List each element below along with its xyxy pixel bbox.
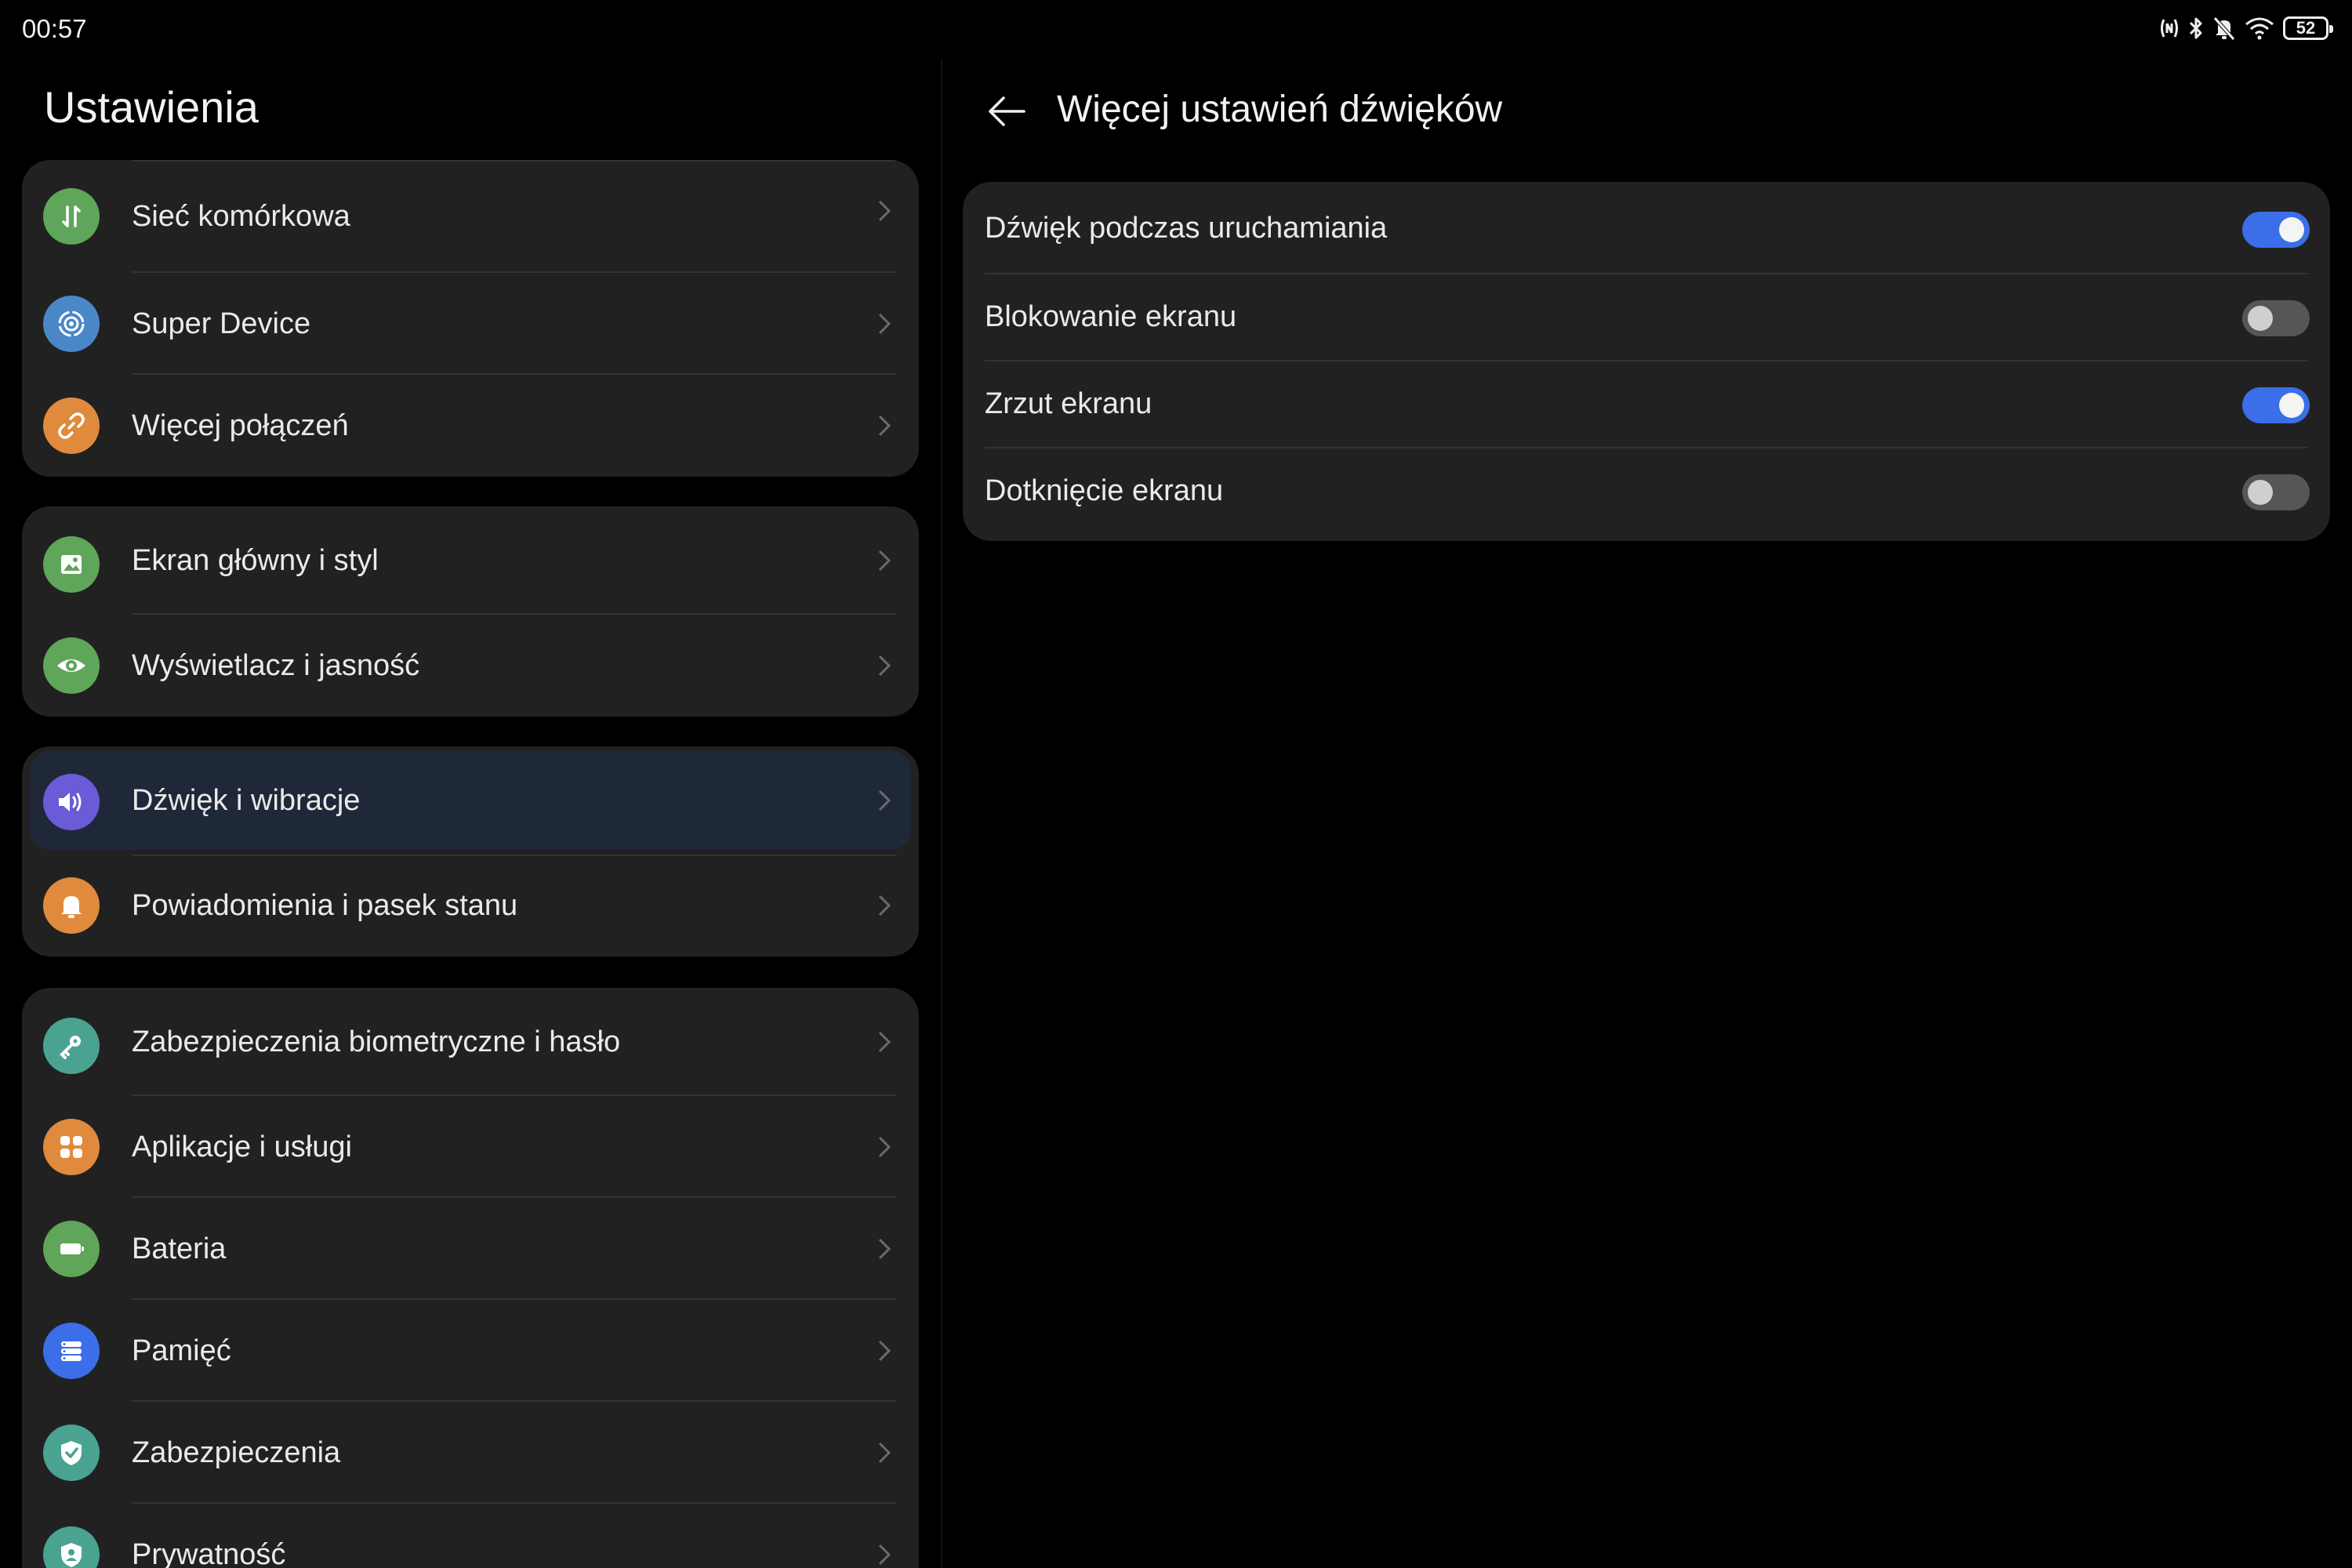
settings-list-pane: Ustawienia Sieć komórkowa Super Device W… (0, 60, 941, 1568)
settings-item-label: Aplikacje i usługi (132, 1130, 352, 1163)
chevron-right-icon (878, 1442, 891, 1464)
settings-item-label: Dźwięk i wibracje (132, 783, 361, 817)
detail-pane: Więcej ustawień dźwięków Dźwięk podczas … (942, 60, 2352, 1568)
settings-group-sound-notifications: Dźwięk i wibracje Powiadomienia i pasek … (22, 746, 919, 956)
link-icon (43, 397, 100, 454)
mobile-data-icon (43, 188, 100, 245)
toggle-row-screen-lock[interactable]: Blokowanie ekranu (963, 274, 2330, 361)
settings-item-battery[interactable]: Bateria (22, 1198, 919, 1300)
back-button[interactable] (983, 88, 1030, 135)
nfc-icon (2159, 16, 2180, 40)
settings-item-label: Super Device (132, 307, 311, 340)
settings-item-privacy[interactable]: Prywatność (22, 1504, 919, 1568)
battery-icon: 52 (2283, 16, 2333, 40)
screenshot-sound-switch[interactable] (2242, 387, 2310, 423)
toggle-label: Dźwięk podczas uruchamiania (985, 212, 1388, 245)
status-time: 00:57 (22, 14, 87, 43)
bluetooth-icon (2187, 16, 2205, 41)
privacy-icon (43, 1526, 100, 1568)
settings-item-storage[interactable]: Pamięć (22, 1300, 919, 1402)
chevron-right-icon (878, 313, 891, 335)
status-bar: 00:57 52 (0, 0, 2352, 60)
settings-item-label: Wyświetlacz i jasność (132, 648, 420, 682)
battery-icon (43, 1221, 100, 1277)
settings-item-label: Pamięć (132, 1334, 231, 1367)
mute-icon (2212, 16, 2236, 41)
toggle-label: Zrzut ekranu (985, 387, 1152, 420)
eye-icon (43, 637, 100, 694)
settings-item-biometrics-password[interactable]: Zabezpieczenia biometryczne i hasło (22, 988, 919, 1096)
wifi-icon (2244, 16, 2275, 40)
bell-icon (43, 877, 100, 934)
detail-title: Więcej ustawień dźwięków (1057, 89, 1503, 130)
settings-item-home-screen-style[interactable]: Ekran główny i styl (22, 506, 919, 615)
chevron-right-icon (878, 415, 891, 437)
settings-item-label: Zabezpieczenia (132, 1436, 341, 1469)
toggle-row-screen-touch[interactable]: Dotknięcie ekranu (963, 448, 2330, 541)
settings-item-label: Więcej połączeń (132, 408, 349, 442)
chevron-right-icon (878, 895, 891, 916)
battery-level: 52 (2296, 18, 2316, 38)
toggle-label: Blokowanie ekranu (985, 300, 1237, 333)
speaker-icon (43, 774, 100, 830)
settings-item-super-device[interactable]: Super Device (22, 273, 919, 375)
settings-group-connectivity: Sieć komórkowa Super Device Więcej połąc… (22, 160, 919, 477)
super-device-icon (43, 296, 100, 352)
settings-item-label: Sieć komórkowa (132, 199, 350, 233)
settings-group-security-system: Zabezpieczenia biometryczne i hasło Apli… (22, 988, 919, 1568)
chevron-right-icon (878, 655, 891, 677)
settings-item-label: Zabezpieczenia biometryczne i hasło (132, 1025, 621, 1058)
settings-item-mobile-network[interactable]: Sieć komórkowa (22, 160, 919, 273)
apps-icon (43, 1119, 100, 1175)
chevron-right-icon (878, 1136, 891, 1158)
startup-sound-switch[interactable] (2242, 212, 2310, 248)
settings-item-notifications-status-bar[interactable]: Powiadomienia i pasek stanu (22, 855, 919, 956)
toggle-row-screenshot[interactable]: Zrzut ekranu (963, 361, 2330, 448)
settings-item-label: Prywatność (132, 1537, 286, 1568)
chevron-right-icon (878, 1340, 891, 1362)
settings-item-display-brightness[interactable]: Wyświetlacz i jasność (22, 615, 919, 717)
settings-item-sound-vibration[interactable]: Dźwięk i wibracje (22, 746, 919, 855)
settings-item-apps-services[interactable]: Aplikacje i usługi (22, 1096, 919, 1198)
touch-sound-switch[interactable] (2242, 474, 2310, 510)
settings-item-label: Powiadomienia i pasek stanu (132, 888, 518, 922)
page-title: Ustawienia (44, 82, 259, 132)
shield-icon (43, 1425, 100, 1481)
toggle-label: Dotknięcie ekranu (985, 474, 1224, 507)
settings-item-label: Bateria (132, 1232, 227, 1265)
chevron-right-icon (878, 789, 891, 811)
sound-settings-card: Dźwięk podczas uruchamiania Blokowanie e… (963, 182, 2330, 541)
settings-item-label: Ekran główny i styl (132, 543, 379, 577)
settings-group-display: Ekran główny i styl Wyświetlacz i jasnoś… (22, 506, 919, 717)
key-icon (43, 1018, 100, 1074)
settings-item-more-connections[interactable]: Więcej połączeń (22, 375, 919, 477)
screen-lock-sound-switch[interactable] (2242, 300, 2310, 336)
chevron-right-icon (878, 1031, 891, 1053)
status-icons: 52 (2159, 13, 2333, 44)
wallpaper-icon (43, 536, 100, 593)
chevron-right-icon (878, 200, 891, 222)
chevron-right-icon (878, 550, 891, 572)
chevron-right-icon (878, 1238, 891, 1260)
arrow-left-icon (989, 96, 1025, 126)
storage-icon (43, 1323, 100, 1379)
settings-item-security[interactable]: Zabezpieczenia (22, 1402, 919, 1504)
chevron-right-icon (878, 1544, 891, 1566)
toggle-row-startup-sound[interactable]: Dźwięk podczas uruchamiania (963, 182, 2330, 274)
